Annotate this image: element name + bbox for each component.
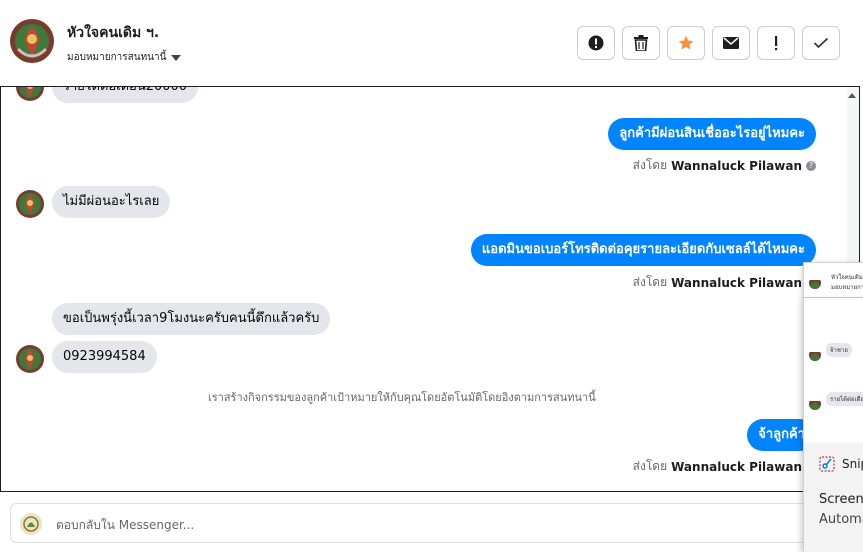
message-thread[interactable]: รายได้ต่อเดือน20000 ลูกค้ามีผ่อนสินเชื่อ… (0, 86, 860, 492)
snip-notification[interactable]: Snip Screens Automa (803, 444, 863, 552)
assign-label: มอบหมายการสนทนานี้ (67, 52, 167, 63)
outgoing-message: แอดมินขอเบอร์โทรติดต่อคุยรายละเอียดกับเซ… (470, 234, 816, 266)
alert-icon (588, 35, 604, 51)
snip-app-name: Snip (842, 457, 863, 471)
snip-subtext: Automa (819, 512, 863, 527)
outgoing-message: ลูกค้ามีผ่อนสินเชื่ออะไรอยู่ไหมคะ (608, 118, 816, 150)
delete-button[interactable] (622, 26, 660, 60)
mail-icon (723, 37, 739, 49)
scroll-up-arrow-icon[interactable] (848, 93, 856, 98)
sent-by-prefix: ส่งโดย (632, 459, 668, 473)
conversation-header: หัวใจคนเดิม ฯ. มอบหมายการสนทนานี้ (0, 0, 863, 86)
contact-avatar[interactable] (10, 19, 54, 63)
incoming-message: 0923994584 (52, 341, 157, 373)
preview-name: หัวใจคนเดิม ฯ. (831, 274, 863, 281)
preview-message: รายได้ต่อเดือน (826, 392, 863, 406)
messenger-inbox: หัวใจคนเดิม ฯ. มอบหมายการสนทนานี้ รายได้… (0, 0, 863, 552)
contact-avatar-mini (809, 398, 821, 410)
sent-by-label: ส่งโดย Wannaluck Pilawan (633, 273, 802, 292)
incoming-message: รายได้ต่อเดือน20000 (52, 87, 199, 103)
preview-message: จ้าชาย (826, 343, 852, 357)
sent-by-prefix: ส่งโดย (632, 158, 668, 172)
sent-by-label: ส่งโดย Wannaluck Pilawan (633, 457, 802, 476)
contact-name: หัวใจคนเดิม ฯ. (67, 25, 160, 41)
help-icon[interactable]: ? (806, 160, 816, 171)
check-icon (813, 37, 829, 49)
contact-avatar-mini (809, 277, 821, 289)
snip-preview-thread: จ้าชาย รายได้ต่อเดือน (803, 298, 863, 444)
reply-input[interactable]: ตอบกลับใน Messenger... (56, 516, 194, 535)
incoming-message: ไม่มีผ่อนอะไรเลย (52, 186, 171, 218)
sent-by-label: ส่งโดย Wannaluck Pilawan ? (633, 156, 816, 175)
exclamation-icon (775, 36, 778, 51)
star-icon (678, 35, 694, 50)
snipping-tool-icon (819, 456, 835, 472)
conversation-toolbar (577, 26, 840, 60)
sender-name[interactable]: Wannaluck Pilawan (671, 159, 802, 173)
contact-avatar-small (16, 345, 44, 373)
snip-heading: Screens (819, 492, 863, 507)
preview-assign: มอบหมายการสนทนานี้ (831, 284, 863, 291)
star-button[interactable] (667, 26, 705, 60)
trash-icon (634, 35, 648, 51)
contact-avatar-mini (809, 349, 821, 361)
chevron-down-icon (171, 55, 182, 61)
assign-conversation-dropdown[interactable]: มอบหมายการสนทนานี้ (67, 50, 182, 65)
mark-done-button[interactable] (802, 26, 840, 60)
system-note: เราสร้างกิจกรรมของลูกค้าเป้าหมายให้กับคุ… (208, 391, 596, 404)
reply-composer[interactable]: ตอบกลับใน Messenger... (10, 503, 810, 543)
snip-preview-header: หัวใจคนเดิม ฯ. มอบหมายการสนทนานี้ (803, 262, 863, 298)
mark-spam-button[interactable] (577, 26, 615, 60)
follow-up-button[interactable] (757, 26, 795, 60)
contact-avatar-small (16, 190, 44, 218)
sender-name[interactable]: Wannaluck Pilawan (671, 460, 802, 474)
mark-unread-button[interactable] (712, 26, 750, 60)
incoming-message: ขอเป็นพรุ่งนี้เวลา9โมงนะครับคนนี้ดึกแล้ว… (52, 303, 331, 335)
sent-by-prefix: ส่งโดย (632, 275, 668, 289)
contact-avatar-small (16, 87, 44, 101)
page-avatar (20, 513, 42, 535)
sender-name[interactable]: Wannaluck Pilawan (671, 276, 802, 290)
